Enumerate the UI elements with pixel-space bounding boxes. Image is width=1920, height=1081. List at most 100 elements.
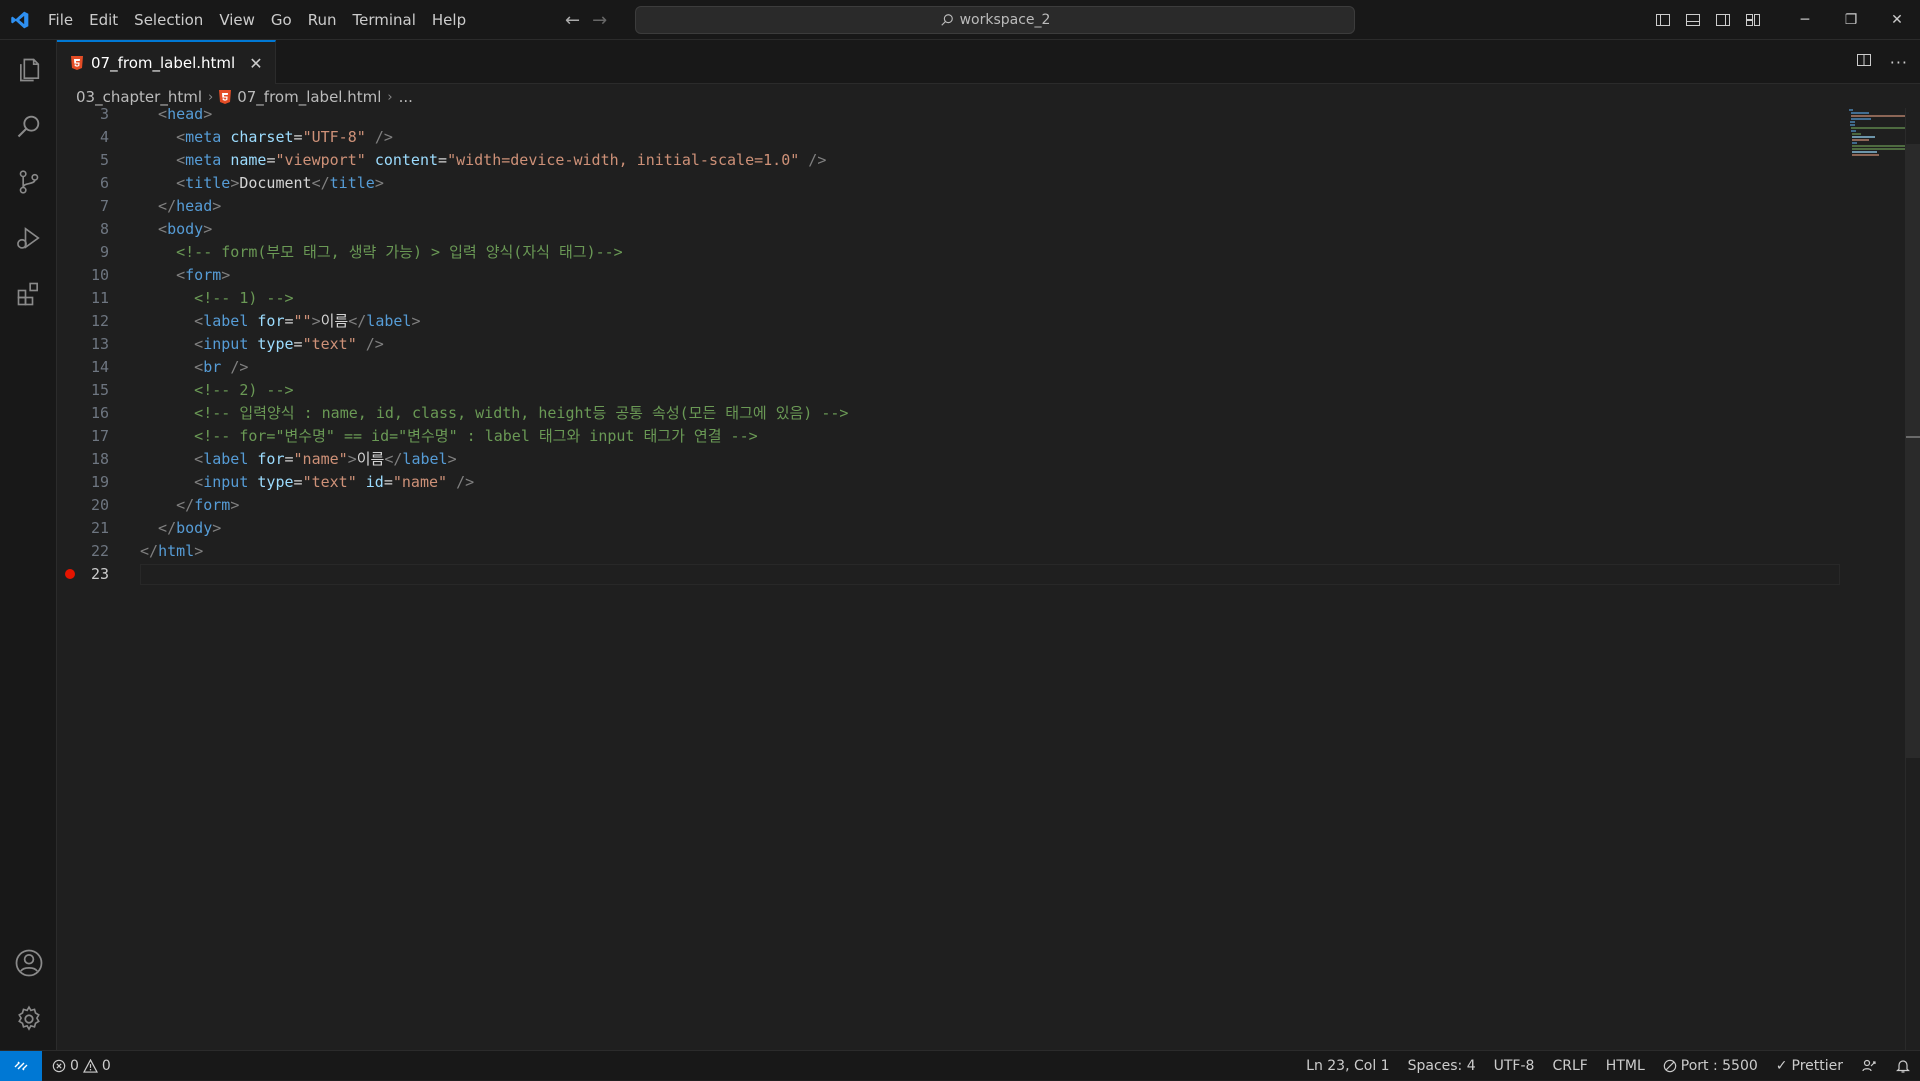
minimize-icon[interactable]: ─ <box>1782 0 1828 40</box>
code-line[interactable]: </html> <box>140 540 848 563</box>
breakpoint-icon[interactable] <box>65 569 75 579</box>
live-server-port[interactable]: Port : 5500 <box>1654 1058 1767 1074</box>
menu-selection[interactable]: Selection <box>126 0 211 40</box>
toggle-primary-sidebar-icon[interactable] <box>1648 0 1678 40</box>
restore-icon[interactable]: ❐ <box>1828 0 1874 40</box>
title-controls: ─ ❐ ✕ <box>1648 0 1920 40</box>
breadcrumb-folder[interactable]: 03_chapter_html <box>76 88 202 106</box>
indentation[interactable]: Spaces: 4 <box>1399 1058 1485 1074</box>
code-line[interactable]: <!-- for="변수명" == id="변수명" : label 태그와 i… <box>140 425 848 448</box>
code-token: < <box>140 220 168 238</box>
accounts-icon[interactable] <box>0 935 57 991</box>
code-line[interactable]: ​ <box>140 563 848 586</box>
split-editor-icon[interactable] <box>1856 52 1872 72</box>
cursor-position[interactable]: Ln 23, Col 1 <box>1297 1058 1398 1074</box>
vertical-scrollbar[interactable] <box>1905 108 1920 1050</box>
code-line[interactable]: <!-- 2) --> <box>140 379 848 402</box>
back-arrow-icon[interactable]: ← <box>565 10 580 31</box>
menu-file[interactable]: File <box>40 0 81 40</box>
remote-indicator-icon[interactable] <box>0 1050 42 1081</box>
explorer-icon[interactable] <box>0 42 57 98</box>
feedback-icon[interactable] <box>1852 1058 1886 1074</box>
code-line[interactable]: <meta name="viewport" content="width=dev… <box>140 149 848 172</box>
menu-edit[interactable]: Edit <box>81 0 126 40</box>
code-token: <!-- 입력양식 : name, id, class, width, heig… <box>140 404 849 422</box>
editor-actions: ··· <box>1856 40 1908 84</box>
code-token: /> <box>456 473 475 491</box>
code-line[interactable]: <input type="text" /> <box>140 333 848 356</box>
code-token: > <box>230 174 240 192</box>
html-file-icon <box>219 90 232 104</box>
extensions-icon[interactable] <box>0 266 57 322</box>
code-editor[interactable]: 3 4 5 6 7 8 9 10 11 12 13 14 15 16 17 18 19 20 21 22 23 <hea… <box>57 108 1920 1050</box>
code-token: /> <box>374 128 393 146</box>
code-token: "width=device-width, initial-scale=1.0" <box>447 151 800 169</box>
code-line[interactable]: <meta charset="UTF-8" /> <box>140 126 848 149</box>
code-line[interactable]: <body> <box>140 218 848 241</box>
code-token: "viewport" <box>275 151 366 169</box>
status-bar: 0 0 Ln 23, Col 1 Spaces: 4 UTF-8 CRLF HT… <box>0 1050 1920 1081</box>
code-line[interactable]: <input type="text" id="name" /> <box>140 471 848 494</box>
code-line[interactable]: </head> <box>140 195 848 218</box>
end-of-line[interactable]: CRLF <box>1543 1058 1596 1074</box>
menu-help[interactable]: Help <box>424 0 474 40</box>
problems-indicator[interactable]: 0 0 <box>52 1058 111 1074</box>
search-sidebar-icon[interactable] <box>0 98 57 154</box>
close-tab-icon[interactable]: ✕ <box>249 54 262 73</box>
code-line[interactable]: <title>Document</title> <box>140 172 848 195</box>
tab-bar: 07_from_label.html ✕ ··· <box>57 40 1920 84</box>
code-token: form <box>185 266 222 284</box>
code-token: "text" <box>302 335 357 353</box>
code-line[interactable]: <!-- 1) --> <box>140 287 848 310</box>
code-line[interactable]: <br /> <box>140 356 848 379</box>
search-icon <box>940 14 953 26</box>
notifications-bell-icon[interactable] <box>1886 1058 1920 1074</box>
code-token: < <box>140 108 168 123</box>
code-line[interactable]: <!-- form(부모 태그, 생략 가능) > 입력 양식(자식 태그)--… <box>140 241 848 264</box>
code-token: < <box>140 335 204 353</box>
code-token: </ <box>140 542 159 560</box>
code-token: > <box>212 197 222 215</box>
line-number: 20 <box>90 496 109 514</box>
close-window-icon[interactable]: ✕ <box>1874 0 1920 40</box>
settings-gear-icon[interactable] <box>0 991 57 1047</box>
line-number: 6 <box>99 174 109 192</box>
line-number: 7 <box>99 197 109 215</box>
menu-go[interactable]: Go <box>263 0 300 40</box>
tab-07-from-label-html[interactable]: 07_from_label.html ✕ <box>57 40 276 84</box>
source-control-icon[interactable] <box>0 154 57 210</box>
code-token: body <box>176 519 213 537</box>
code-token: input <box>203 473 249 491</box>
code-token: "UTF-8" <box>302 128 366 146</box>
line-number-gutter: 3 4 5 6 7 8 9 10 11 12 13 14 15 16 17 18 19 20 21 22 23 <box>57 108 132 586</box>
scrollbar-thumb[interactable] <box>1906 144 1920 758</box>
run-debug-icon[interactable] <box>0 210 57 266</box>
command-center-search[interactable]: workspace_2 <box>635 6 1355 34</box>
breadcrumb-more[interactable]: ... <box>399 88 413 106</box>
code-line[interactable]: </body> <box>140 517 848 540</box>
customize-layout-icon[interactable] <box>1738 0 1768 40</box>
menu-terminal[interactable]: Terminal <box>345 0 424 40</box>
prettier-status[interactable]: ✓ Prettier <box>1767 1058 1852 1074</box>
forward-arrow-icon[interactable]: → <box>592 10 607 31</box>
line-number: 13 <box>90 335 109 353</box>
menu-run[interactable]: Run <box>300 0 345 40</box>
code-line[interactable]: <!-- 입력양식 : name, id, class, width, heig… <box>140 402 848 425</box>
code-line[interactable]: <head> <box>140 108 848 126</box>
vscode-logo-icon[interactable] <box>0 0 40 40</box>
toggle-secondary-sidebar-icon[interactable] <box>1708 0 1738 40</box>
more-actions-icon[interactable]: ··· <box>1890 53 1908 72</box>
breadcrumb-file[interactable]: 07_from_label.html <box>237 88 381 106</box>
code-line[interactable]: </form> <box>140 494 848 517</box>
code-line[interactable]: <form> <box>140 264 848 287</box>
toggle-panel-icon[interactable] <box>1678 0 1708 40</box>
code-lines[interactable]: <head> <meta charset="UTF-8" /> <meta na… <box>140 108 848 586</box>
code-line[interactable]: <label for="name">이름</label> <box>140 448 848 471</box>
encoding[interactable]: UTF-8 <box>1485 1058 1544 1074</box>
language-mode[interactable]: HTML <box>1597 1058 1654 1074</box>
code-token: type <box>257 473 294 491</box>
line-number: 3 <box>99 108 109 123</box>
menu-view[interactable]: View <box>211 0 263 40</box>
breadcrumb: 03_chapter_html › 07_from_label.html › .… <box>76 86 413 108</box>
code-line[interactable]: <label for="">이름</label> <box>140 310 848 333</box>
